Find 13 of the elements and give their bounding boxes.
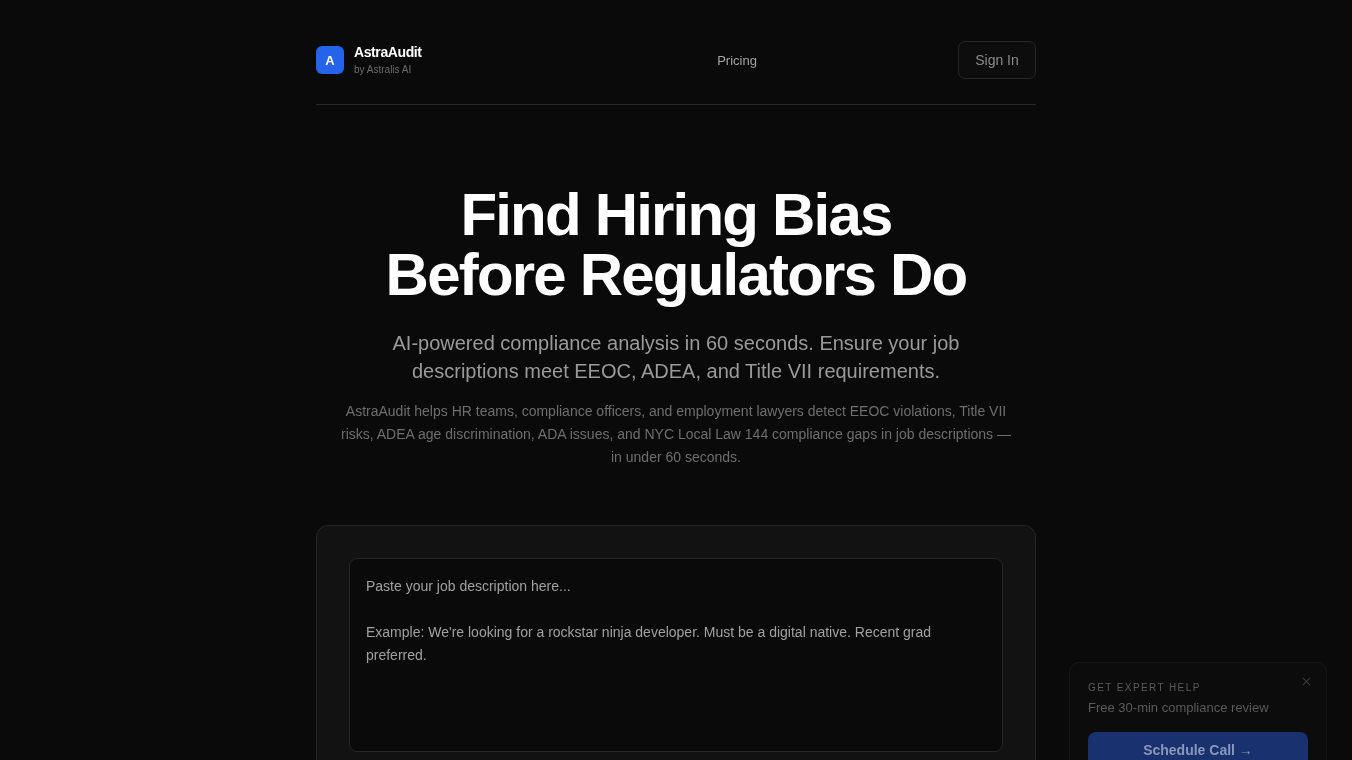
hero-subtitle: AI-powered compliance analysis in 60 seconds. Ensure your job descriptions meet EEOC, ADEA, and Title VII requirements. (391, 331, 961, 384)
sign-in-button[interactable]: Sign In (958, 41, 1036, 79)
logo-mark: A (316, 46, 344, 74)
popup-eyebrow: GET EXPERT HELP (1088, 681, 1202, 695)
nav-link[interactable]: Pricing (717, 52, 757, 68)
hero-description: AstraAudit helps HR teams, compliance officers, and employment lawyers detect EEOC violations, Title VII risks, ADEA age discrimination, ADA issues, and NYC Local Law 144 compliance gaps in job descriptions — in under 60 seconds. (340, 402, 1012, 467)
close-icon[interactable] (1302, 677, 1311, 686)
brand-name: AstraAudit (354, 44, 422, 61)
job-description-field[interactable]: Paste your job description here... Example: We're looking for a rockstar ninja developer. Must be a digital native. Recent grad preferred. (349, 558, 1003, 752)
hero-title: Find Hiring Bias Before Regulators Do (384, 185, 968, 305)
schedule-call-button[interactable]: Schedule Call → (1088, 732, 1308, 760)
popup-text: Free 30-min compliance review (1088, 699, 1270, 717)
brand-tagline: by Astralis AI (354, 64, 413, 76)
